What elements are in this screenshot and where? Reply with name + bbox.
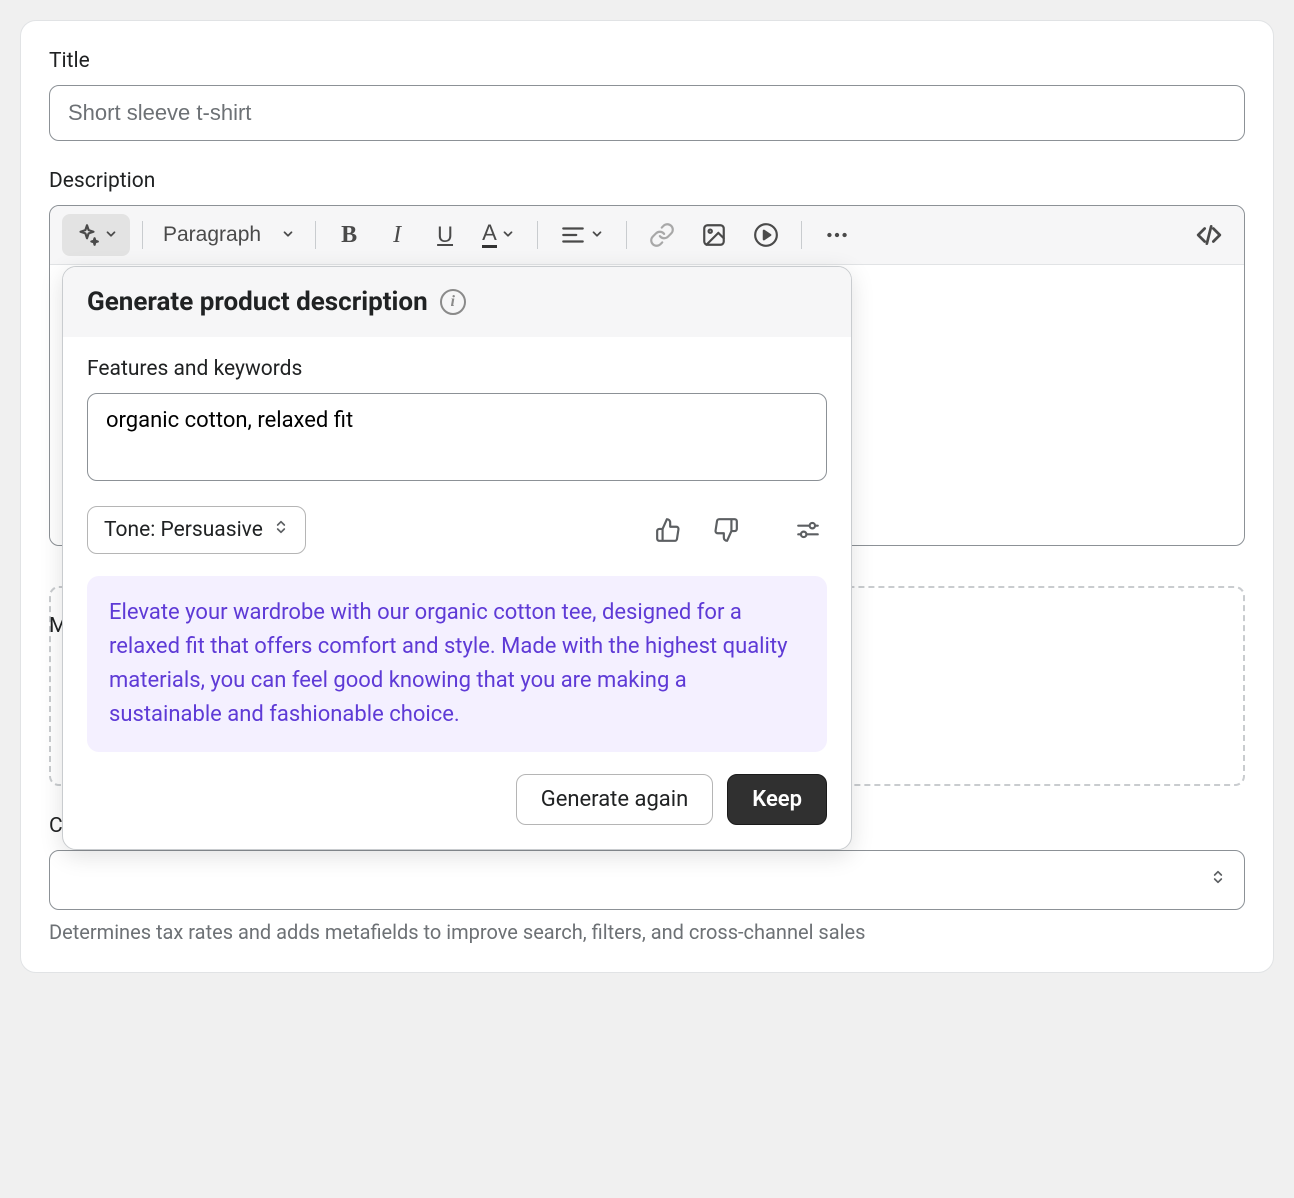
thumbs-up-button[interactable] [649, 511, 687, 549]
paragraph-style-select[interactable]: Paragraph [155, 214, 303, 256]
paragraph-style-label: Paragraph [163, 223, 261, 247]
chevron-down-icon [104, 227, 118, 244]
popover-body: Features and keywords Tone: Persuasive [63, 337, 851, 849]
feedback-controls [649, 511, 827, 549]
description-section: Description Paragraph [49, 169, 1245, 546]
select-arrows-icon [1210, 867, 1226, 893]
italic-icon: I [393, 222, 401, 249]
keep-button[interactable]: Keep [727, 774, 827, 825]
chevron-down-icon [501, 227, 515, 244]
features-input[interactable] [87, 393, 827, 481]
sparkle-icon [74, 222, 100, 248]
play-circle-icon [753, 222, 779, 248]
code-view-button[interactable] [1186, 214, 1232, 256]
text-color-icon: A [482, 222, 497, 248]
code-icon [1196, 222, 1222, 248]
popover-actions: Generate again Keep [87, 774, 827, 825]
image-icon [701, 222, 727, 248]
more-horizontal-icon [824, 222, 850, 248]
tone-select[interactable]: Tone: Persuasive [87, 506, 306, 554]
underline-button[interactable]: U [424, 214, 466, 256]
bold-button[interactable]: B [328, 214, 370, 256]
title-input[interactable] [49, 85, 1245, 141]
link-icon [649, 222, 675, 248]
tone-label: Tone: Persuasive [104, 518, 263, 542]
thumbs-down-icon [713, 517, 739, 543]
toolbar-divider [142, 221, 143, 249]
toolbar-divider [315, 221, 316, 249]
category-select[interactable] [49, 850, 1245, 910]
adjust-button[interactable] [789, 511, 827, 549]
editor-toolbar: Paragraph B I U A [50, 206, 1244, 265]
generate-again-button[interactable]: Generate again [516, 774, 714, 825]
generated-text-box: Elevate your wardrobe with our organic c… [87, 576, 827, 752]
thumbs-down-button[interactable] [707, 511, 745, 549]
info-icon[interactable]: i [440, 289, 466, 315]
underline-icon: U [437, 222, 453, 248]
product-form-card: Title Description Paragraph [20, 20, 1274, 973]
image-button[interactable] [691, 214, 737, 256]
align-left-icon [560, 222, 586, 248]
tone-row: Tone: Persuasive [87, 506, 827, 554]
link-button[interactable] [639, 214, 685, 256]
align-button[interactable] [550, 214, 614, 256]
video-button[interactable] [743, 214, 789, 256]
select-arrows-icon [273, 517, 289, 543]
sliders-icon [795, 517, 821, 543]
chevron-down-icon [590, 227, 604, 244]
popover-header: Generate product description i [63, 267, 851, 337]
toolbar-divider [537, 221, 538, 249]
ai-generate-popover: Generate product description i Features … [62, 266, 852, 850]
italic-button[interactable]: I [376, 214, 418, 256]
more-button[interactable] [814, 214, 860, 256]
chevron-down-icon [281, 223, 295, 247]
title-label: Title [49, 49, 1245, 73]
ai-generate-button[interactable] [62, 214, 130, 256]
toolbar-divider [801, 221, 802, 249]
toolbar-divider [626, 221, 627, 249]
description-label: Description [49, 169, 1245, 193]
category-hint: Determines tax rates and adds metafields… [49, 920, 1245, 944]
features-label: Features and keywords [87, 357, 827, 381]
generated-text: Elevate your wardrobe with our organic c… [109, 596, 805, 732]
rich-text-editor: Paragraph B I U A [49, 205, 1245, 546]
text-color-button[interactable]: A [472, 214, 525, 256]
thumbs-up-icon [655, 517, 681, 543]
bold-icon: B [341, 222, 357, 249]
popover-title: Generate product description [87, 287, 428, 317]
